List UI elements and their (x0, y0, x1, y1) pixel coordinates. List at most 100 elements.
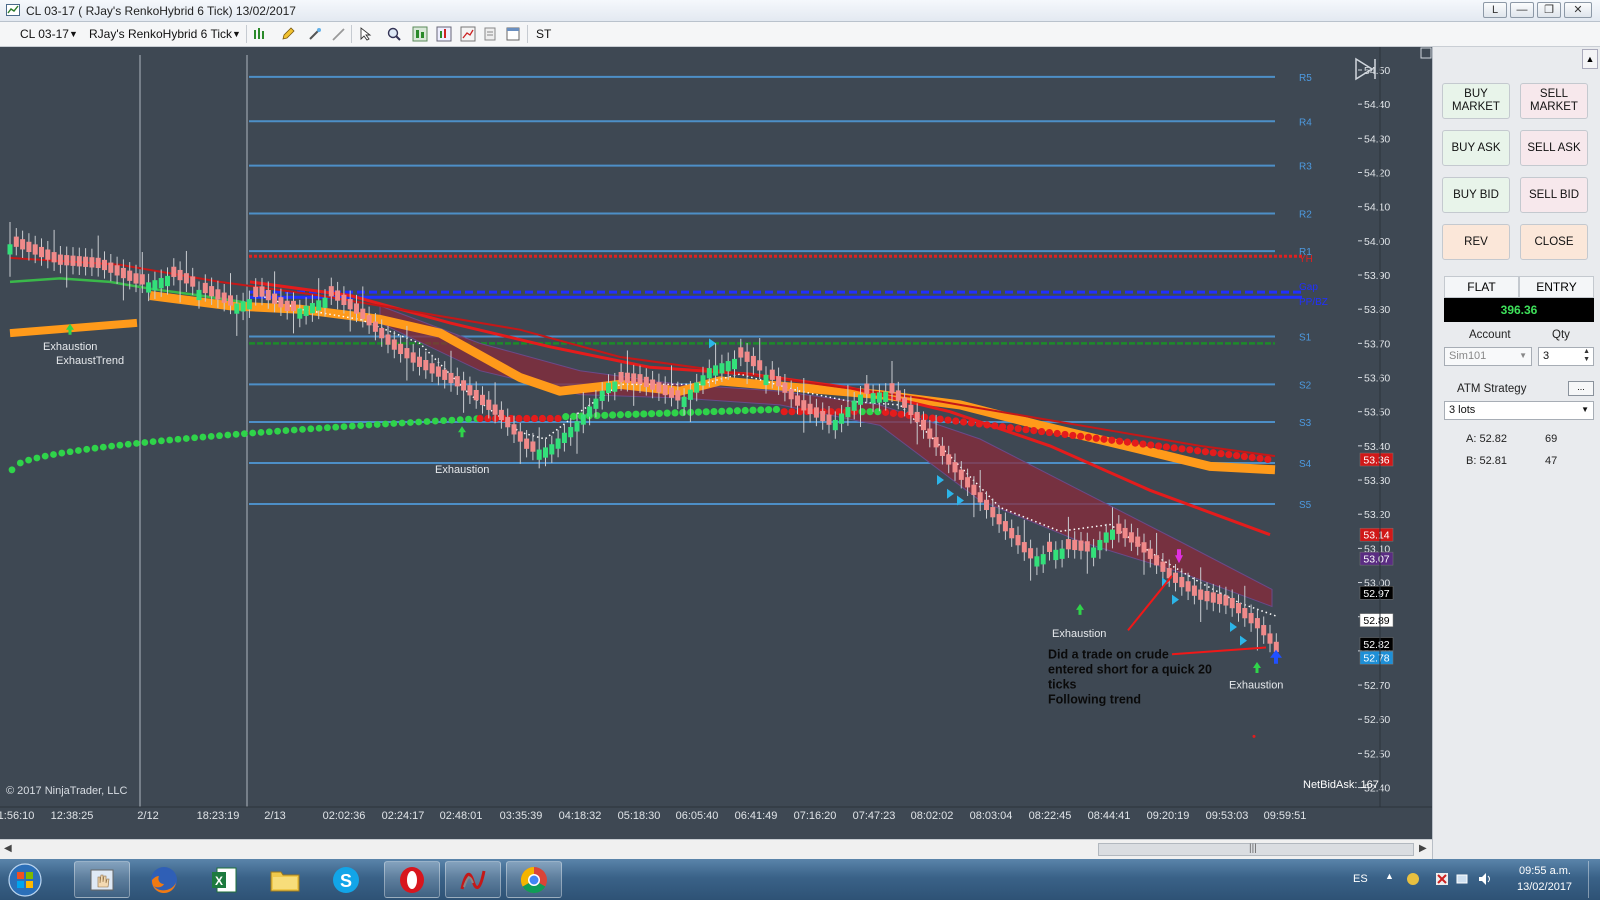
tray-expand-icon[interactable]: ▲ (1385, 871, 1394, 881)
account-dropdown-icon[interactable]: ▼ (1519, 351, 1527, 360)
trend-dot (373, 421, 381, 428)
atm-strategy-select[interactable]: 3 lots ▼ (1444, 401, 1594, 420)
panel-scroll-up-icon[interactable]: ▲ (1582, 49, 1598, 69)
instrument-dropdown-icon[interactable]: ▼ (69, 29, 78, 39)
trend-dot (108, 442, 115, 450)
renko-candle (656, 382, 662, 393)
taskbar-opera[interactable] (384, 861, 440, 898)
network-icon[interactable] (1455, 871, 1471, 887)
windows-start-icon[interactable] (6, 862, 44, 898)
sell-market-button[interactable]: SELL MARKET (1520, 83, 1588, 119)
maximize-button[interactable]: ❐ (1537, 2, 1561, 18)
zoom-icon[interactable] (386, 26, 402, 42)
pnl-display: 396.36 (1444, 298, 1594, 322)
trend-dot (75, 447, 82, 454)
action-center-icon[interactable] (1434, 871, 1450, 887)
renko-candle (372, 321, 378, 332)
magic-wand-icon[interactable] (307, 26, 323, 42)
trend-dot (1123, 438, 1131, 446)
account-select[interactable]: Sim101 ▼ (1444, 347, 1532, 366)
taskbar-hand-app[interactable] (74, 861, 130, 898)
scroll-thumb[interactable]: ||| (1098, 843, 1414, 856)
renko-candle (454, 376, 460, 387)
trend-dot (772, 405, 781, 414)
taskbar-ninjatrader[interactable] (445, 861, 501, 898)
cursor-icon[interactable] (358, 26, 374, 42)
renko-candle (505, 417, 511, 428)
chart-canvas[interactable]: R5R4R3R2R1S1S2S3S4S5 YHGapPP/BZ 54.5054.… (0, 47, 1432, 839)
scroll-right-icon[interactable]: ▶ (1419, 843, 1427, 854)
show-desktop-button[interactable] (1588, 861, 1600, 898)
renko-candle (1261, 625, 1267, 636)
taskbar-chrome[interactable] (506, 861, 562, 898)
buy-market-button[interactable]: BUY MARKET (1442, 83, 1510, 119)
renko-candle (1236, 602, 1241, 614)
chart-trader-icon[interactable] (412, 26, 428, 42)
trend-dot (307, 425, 315, 433)
buy-ask-button[interactable]: BUY ASK (1442, 130, 1510, 166)
taskbar-explorer[interactable] (257, 861, 313, 898)
pivot-label-r4: R4 (1299, 117, 1312, 128)
renko-candle (1154, 555, 1160, 566)
trend-dot (1131, 439, 1139, 447)
pencil-icon[interactable] (280, 26, 296, 42)
panel-toggle-icon[interactable] (1420, 47, 1432, 59)
minimize-button[interactable]: — (1510, 2, 1534, 18)
bid-price: B: 52.81 (1466, 455, 1507, 467)
trend-dot (265, 428, 273, 436)
chart-type-selector[interactable]: RJay's RenkoHybrid 6 Tick (89, 27, 232, 41)
trend-dot (332, 423, 340, 431)
windows-taskbar: X S ES ▲ 09:55 a.m. 13/02/2017 (0, 859, 1600, 900)
chart-horizontal-scrollbar[interactable]: ◀ ||| ▶ (0, 839, 1432, 859)
renko-candle (845, 407, 851, 418)
atm-dropdown-icon[interactable]: ▼ (1581, 405, 1589, 414)
qty-stepper[interactable]: 3 ▲ ▼ (1538, 347, 1594, 366)
x-axis-label: 09:53:03 (1206, 810, 1249, 822)
renko-candle (366, 315, 372, 326)
renko-candle (1002, 521, 1008, 532)
renko-candle (1248, 613, 1254, 624)
y-axis-label: 53.40 (1364, 441, 1390, 453)
renko-candle (876, 392, 882, 403)
taskbar-excel[interactable]: X (196, 861, 252, 898)
trend-dot (952, 417, 960, 425)
tray-app-icon[interactable] (1405, 871, 1421, 887)
buy-bid-button[interactable]: BUY BID (1442, 177, 1510, 213)
x-axis-label: 06:41:49 (735, 810, 778, 822)
clock-date[interactable]: 13/02/2017 (1517, 881, 1572, 893)
renko-candle (1191, 585, 1197, 596)
volume-icon[interactable] (1477, 871, 1493, 887)
clock-time[interactable]: 09:55 a.m. (1519, 865, 1571, 877)
taskbar-skype[interactable]: S (318, 861, 374, 898)
strategy-label[interactable]: ST (536, 27, 551, 41)
close-window-button[interactable]: ✕ (1564, 2, 1592, 18)
renko-candle (782, 382, 788, 393)
link-button[interactable]: L (1483, 2, 1507, 18)
indicators-icon[interactable] (436, 26, 452, 42)
sell-ask-button[interactable]: SELL ASK (1520, 130, 1588, 166)
scroll-left-icon[interactable]: ◀ (4, 843, 12, 854)
trend-dot (124, 440, 132, 448)
language-indicator[interactable]: ES (1353, 873, 1368, 885)
renko-candle (889, 383, 895, 394)
instrument-selector[interactable]: CL 03-17 (20, 27, 69, 41)
atm-settings-button[interactable]: ... (1568, 381, 1594, 396)
price-chart[interactable]: R5 R4 R3 R2 R1 S1 S2 S3 S4 S5 YH Gap PP/BZ 54.50 54.… (0, 47, 1432, 859)
draw-tool-icon[interactable] (331, 26, 347, 42)
taskbar-firefox[interactable] (136, 861, 192, 898)
close-button[interactable]: CLOSE (1520, 224, 1588, 260)
rev-button[interactable]: REV (1442, 224, 1510, 260)
renko-candle (234, 303, 240, 314)
properties-icon[interactable] (505, 26, 521, 42)
strategies-icon[interactable] (460, 26, 476, 42)
sell-bid-button[interactable]: SELL BID (1520, 177, 1588, 213)
renko-candle (958, 469, 964, 480)
renko-candle (152, 280, 158, 291)
renko-candle (1179, 576, 1185, 588)
trend-dot (999, 423, 1007, 431)
trade-note-line: entered short for a quick 20 (1048, 663, 1212, 677)
data-series-icon[interactable] (482, 26, 498, 42)
bar-style-icon[interactable] (252, 26, 268, 42)
qty-spin-icon[interactable]: ▲ ▼ (1583, 348, 1590, 364)
chart-type-dropdown-icon[interactable]: ▼ (232, 29, 241, 39)
